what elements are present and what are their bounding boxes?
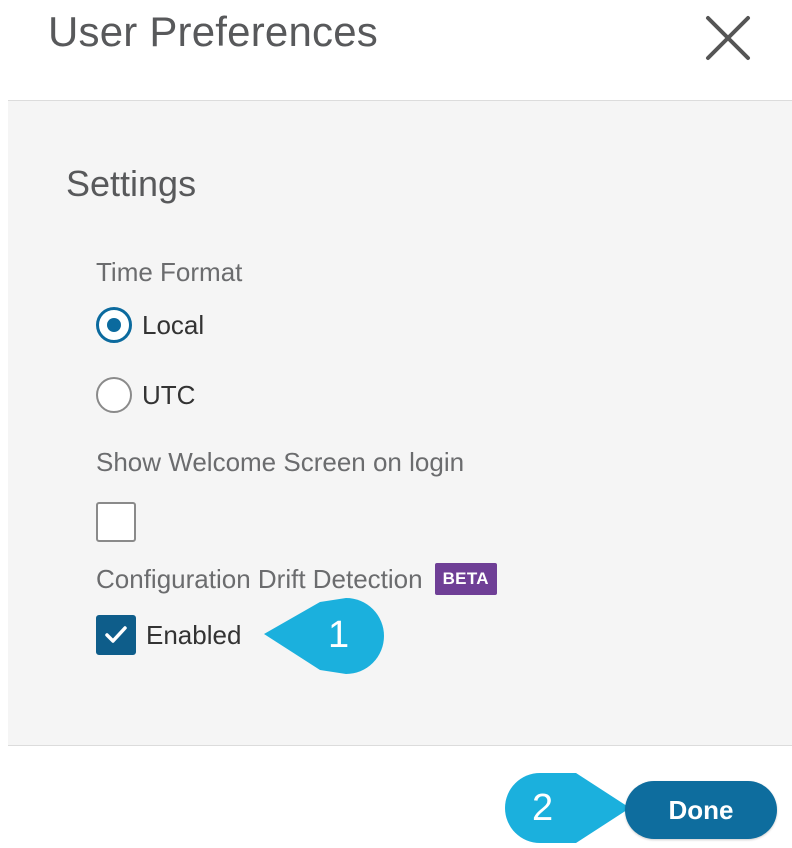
radio-utc[interactable] xyxy=(96,377,132,413)
radio-option-utc[interactable]: UTC xyxy=(96,375,195,415)
drift-detection-label-text: Configuration Drift Detection xyxy=(96,564,423,594)
callout-2: 2 xyxy=(500,769,632,847)
welcome-screen-label: Show Welcome Screen on login xyxy=(96,447,465,477)
drift-detection-option[interactable]: Enabled xyxy=(96,615,241,655)
time-format-label: Time Format xyxy=(96,257,243,287)
welcome-screen-option[interactable] xyxy=(96,502,136,542)
settings-panel: Settings Time Format Local UTC Show Welc… xyxy=(8,100,792,746)
drift-detection-checkbox[interactable] xyxy=(96,615,136,655)
drift-detection-option-label: Enabled xyxy=(146,619,242,650)
drift-detection-label: Configuration Drift Detection BETA xyxy=(96,563,497,595)
close-button[interactable] xyxy=(700,10,756,66)
radio-option-local[interactable]: Local xyxy=(96,305,204,345)
done-button[interactable]: Done xyxy=(625,781,777,839)
dialog-header: User Preferences xyxy=(0,0,792,100)
close-icon xyxy=(706,16,750,60)
section-title: Settings xyxy=(66,163,197,204)
dialog-title: User Preferences xyxy=(48,8,378,55)
user-preferences-dialog: User Preferences Settings Time Format Lo… xyxy=(0,0,792,848)
callout-2-number: 2 xyxy=(532,787,554,829)
radio-label-utc: UTC xyxy=(142,379,196,410)
callout-1: 1 xyxy=(260,594,390,680)
welcome-screen-checkbox[interactable] xyxy=(96,502,136,542)
callout-1-number: 1 xyxy=(328,614,350,656)
radio-label-local: Local xyxy=(142,309,205,340)
radio-local[interactable] xyxy=(96,307,132,343)
beta-badge: BETA xyxy=(434,563,497,595)
checkmark-icon xyxy=(105,626,127,643)
